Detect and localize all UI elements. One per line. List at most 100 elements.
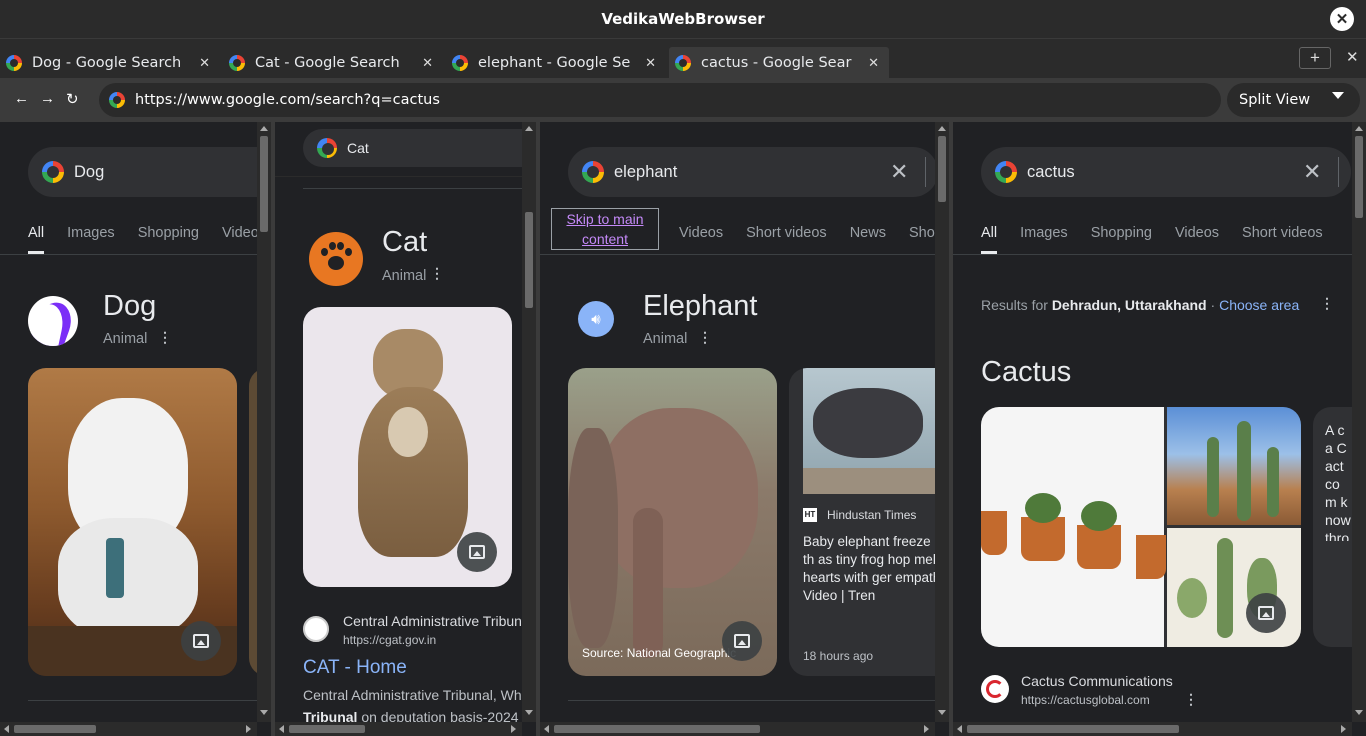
scroll-left-icon[interactable] <box>279 725 284 733</box>
skip-link-text[interactable]: Skip to main content <box>566 211 643 247</box>
tab-close-icon[interactable]: ✕ <box>422 55 433 71</box>
tab-cat[interactable]: Cat - Google Search ✕ <box>223 47 443 78</box>
search-tab-more[interactable]: Sho <box>909 225 935 241</box>
search-tab-short-videos[interactable]: Short videos <box>746 225 827 241</box>
more-options-icon[interactable]: ⋮ <box>698 329 712 346</box>
result-title-link[interactable]: CAT - Home <box>303 657 407 679</box>
search-tab-short-videos[interactable]: Short videos <box>1242 225 1323 241</box>
result-url[interactable]: https://cgat.gov.in <box>343 633 436 647</box>
kp-title: Elephant <box>643 290 758 322</box>
view-mode-dropdown[interactable]: Split View <box>1227 83 1360 117</box>
search-tab-images[interactable]: Images <box>1020 225 1068 241</box>
tab-close-icon[interactable]: ✕ <box>868 55 879 71</box>
results-for-label: Results for <box>981 297 1052 313</box>
reload-icon[interactable]: ↻ <box>66 90 79 108</box>
more-options-icon[interactable]: ⋮ <box>1320 295 1334 312</box>
scroll-up-icon[interactable] <box>1355 126 1363 131</box>
scroll-down-icon[interactable] <box>1355 710 1363 715</box>
search-tab-all[interactable]: All <box>981 225 998 254</box>
url-text[interactable]: https://www.google.com/search?q=cactus <box>135 92 440 108</box>
search-tab-videos[interactable]: Video <box>222 225 259 241</box>
address-bar[interactable]: https://www.google.com/search?q=cactus <box>99 83 1221 117</box>
more-options-icon[interactable]: ⋮ <box>430 265 444 282</box>
close-tabs-icon[interactable]: ✕ <box>1346 48 1359 66</box>
search-query[interactable]: elephant <box>614 163 677 182</box>
forward-icon[interactable]: → <box>40 90 55 107</box>
scroll-right-icon[interactable] <box>511 725 516 733</box>
scroll-down-icon[interactable] <box>260 710 268 715</box>
search-tab-videos[interactable]: Videos <box>1175 225 1219 241</box>
search-query[interactable]: cactus <box>1027 163 1075 182</box>
scroll-up-icon[interactable] <box>260 126 268 131</box>
search-tab-news[interactable]: News <box>850 225 886 241</box>
search-input[interactable]: Cat <box>303 129 536 167</box>
tab-dog[interactable]: Dog - Google Search ✕ <box>0 47 220 78</box>
horizontal-scrollbar[interactable] <box>540 722 935 736</box>
scroll-left-icon[interactable] <box>957 725 962 733</box>
elephant-image[interactable]: Source: National Geographic <box>568 368 777 676</box>
image-view-button[interactable] <box>722 621 762 661</box>
scroll-right-icon[interactable] <box>246 725 251 733</box>
search-tab-all[interactable]: All <box>28 225 45 254</box>
search-query[interactable]: Dog <box>74 163 104 182</box>
scroll-thumb[interactable] <box>14 725 96 733</box>
scroll-left-icon[interactable] <box>4 725 9 733</box>
skip-to-main-link[interactable]: Skip to main content <box>551 208 659 250</box>
scroll-down-icon[interactable] <box>525 710 533 715</box>
scroll-up-icon[interactable] <box>938 126 946 131</box>
vertical-scrollbar[interactable] <box>935 122 949 722</box>
scroll-right-icon[interactable] <box>1341 725 1346 733</box>
vertical-scrollbar[interactable] <box>257 122 271 722</box>
tab-close-icon[interactable]: ✕ <box>645 55 656 71</box>
horizontal-scrollbar[interactable] <box>953 722 1352 736</box>
image-view-button[interactable] <box>1246 593 1286 633</box>
news-card[interactable]: HT Hindustan Times Baby elephant freeze … <box>789 368 949 676</box>
scroll-thumb[interactable] <box>289 725 365 733</box>
image-view-button[interactable] <box>181 621 221 661</box>
tab-cactus[interactable]: cactus - Google Sear ✕ <box>669 47 889 78</box>
result-url[interactable]: https://cactusglobal.com <box>1021 693 1150 707</box>
scroll-left-icon[interactable] <box>544 725 549 733</box>
new-tab-button[interactable]: + <box>1299 47 1331 69</box>
image-view-button[interactable] <box>457 532 497 572</box>
search-tab-videos[interactable]: Videos <box>679 225 723 241</box>
cactus-illustration <box>1167 528 1301 647</box>
scroll-thumb[interactable] <box>967 725 1179 733</box>
window-close-button[interactable]: ✕ <box>1330 7 1354 31</box>
scroll-thumb[interactable] <box>260 136 268 232</box>
horizontal-scrollbar[interactable] <box>0 722 257 736</box>
tab-elephant[interactable]: elephant - Google Se ✕ <box>446 47 666 78</box>
search-input[interactable]: cactus ✕ <box>981 147 1351 197</box>
tab-close-icon[interactable]: ✕ <box>199 55 210 71</box>
search-input[interactable]: Dog <box>28 147 271 197</box>
speaker-button[interactable]: 🔊︎ <box>578 301 614 337</box>
more-options-icon[interactable]: ⋮ <box>158 329 172 346</box>
scroll-right-icon[interactable] <box>924 725 929 733</box>
vertical-scrollbar[interactable] <box>522 122 536 722</box>
search-tab-shopping[interactable]: Shopping <box>1091 225 1152 241</box>
search-input[interactable]: elephant ✕ <box>568 147 938 197</box>
search-query[interactable]: Cat <box>347 140 369 156</box>
scroll-up-icon[interactable] <box>525 126 533 131</box>
scroll-thumb[interactable] <box>1355 136 1363 218</box>
more-options-icon[interactable]: ⋮ <box>1184 691 1198 708</box>
cactus-image-collage[interactable] <box>981 407 1301 647</box>
image-icon <box>469 545 485 559</box>
search-tab-images[interactable]: Images <box>67 225 115 241</box>
google-logo-icon <box>42 161 64 183</box>
horizontal-scrollbar[interactable] <box>275 722 522 736</box>
choose-area-link[interactable]: Choose area <box>1219 297 1299 313</box>
scroll-thumb[interactable] <box>525 212 533 308</box>
cat-image[interactable] <box>303 307 512 587</box>
clear-search-icon[interactable]: ✕ <box>1303 159 1321 185</box>
search-tabs: All Images Shopping Video <box>28 225 259 254</box>
scroll-thumb[interactable] <box>554 725 760 733</box>
back-icon[interactable]: ← <box>14 90 29 107</box>
scroll-thumb[interactable] <box>938 136 946 202</box>
scroll-down-icon[interactable] <box>938 710 946 715</box>
search-tab-shopping[interactable]: Shopping <box>138 225 199 241</box>
clear-search-icon[interactable]: ✕ <box>890 159 908 185</box>
news-headline[interactable]: Baby elephant freeze bath as tiny frog h… <box>803 533 949 605</box>
vertical-scrollbar[interactable] <box>1352 122 1366 722</box>
dog-image[interactable] <box>28 368 237 676</box>
